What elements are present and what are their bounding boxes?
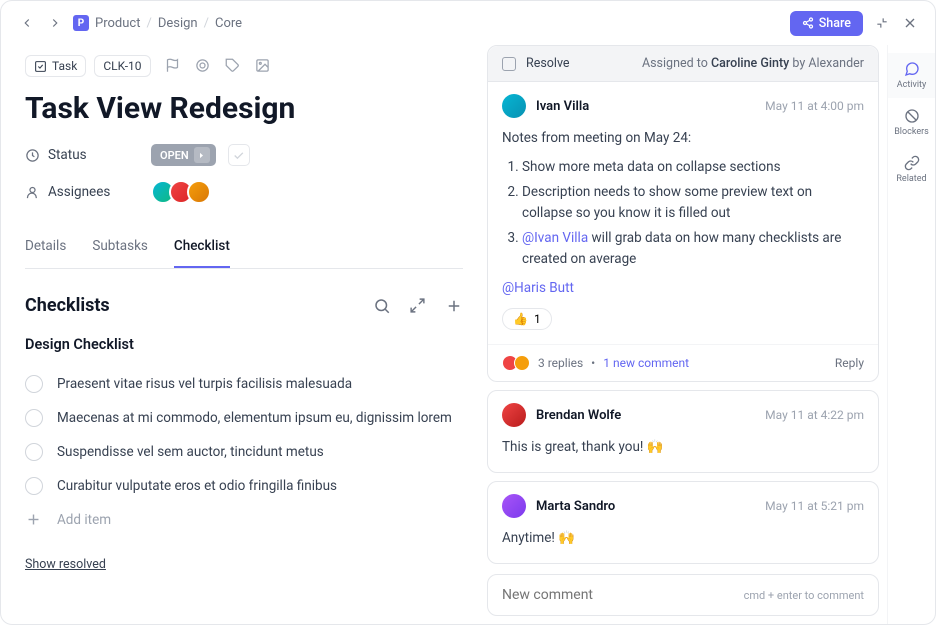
side-rail: Activity Blockers Related bbox=[887, 45, 935, 624]
comment-text: Anytime! 🙌 bbox=[502, 528, 864, 549]
task-detail-pane: Task CLK-10 Task View Redesign Status OP… bbox=[1, 45, 487, 624]
task-id-chip[interactable]: CLK-10 bbox=[94, 55, 150, 77]
comment-time: May 11 at 4:22 pm bbox=[765, 408, 864, 422]
block-icon bbox=[904, 108, 920, 124]
tab-details[interactable]: Details bbox=[25, 230, 66, 268]
mention[interactable]: @Ivan Villa bbox=[522, 230, 588, 246]
task-type-chip[interactable]: Task bbox=[25, 55, 86, 77]
rail-related[interactable]: Related bbox=[888, 147, 935, 192]
complete-checkbox[interactable] bbox=[228, 144, 250, 166]
comment-card: Brendan Wolfe May 11 at 4:22 pm This is … bbox=[487, 390, 879, 473]
reply-button[interactable]: Reply bbox=[835, 356, 864, 370]
checklist-item: Suspendisse vel sem auctor, tincidunt me… bbox=[25, 435, 463, 469]
minimize-icon[interactable] bbox=[873, 14, 891, 32]
checkbox-circle[interactable] bbox=[25, 477, 43, 495]
rail-blockers[interactable]: Blockers bbox=[888, 100, 935, 145]
checklist-item: Curabitur vulputate eros et odio fringil… bbox=[25, 469, 463, 503]
activity-pane: Resolve Assigned to Caroline Ginty by Al… bbox=[487, 45, 887, 624]
app-logo-icon: P bbox=[73, 15, 89, 31]
task-tabs: Details Subtasks Checklist bbox=[25, 230, 463, 269]
comment-time: May 11 at 5:21 pm bbox=[765, 499, 864, 513]
rail-activity[interactable]: Activity bbox=[888, 53, 935, 98]
expand-icon[interactable] bbox=[409, 297, 427, 315]
checklist-group-title: Design Checklist bbox=[25, 336, 463, 353]
breadcrumb-item[interactable]: Product bbox=[95, 16, 140, 31]
comment-text: Notes from meeting on May 24: Show more … bbox=[502, 128, 864, 298]
reply-avatars bbox=[502, 355, 530, 371]
checkbox-circle[interactable] bbox=[25, 409, 43, 427]
add-item-button[interactable]: Add item bbox=[25, 503, 463, 537]
image-icon[interactable] bbox=[255, 58, 271, 74]
status-badge[interactable]: OPEN bbox=[151, 144, 216, 166]
share-button[interactable]: Share bbox=[790, 11, 863, 36]
comment-card: Marta Sandro May 11 at 5:21 pm Anytime! … bbox=[487, 481, 879, 564]
nav-back-icon[interactable] bbox=[17, 13, 37, 33]
comment-time: May 11 at 4:00 pm bbox=[765, 99, 864, 113]
add-checklist-icon[interactable] bbox=[445, 297, 463, 315]
checkbox-circle[interactable] bbox=[25, 443, 43, 461]
avatar bbox=[502, 494, 526, 518]
resolve-label: Resolve bbox=[526, 56, 570, 71]
checkbox-circle[interactable] bbox=[25, 375, 43, 393]
topbar: P Product / Design / Core Share bbox=[1, 1, 935, 45]
resolve-checkbox[interactable] bbox=[502, 57, 516, 71]
target-icon[interactable] bbox=[195, 58, 211, 74]
flag-icon[interactable] bbox=[165, 58, 181, 74]
breadcrumb: P Product / Design / Core bbox=[73, 15, 242, 31]
close-icon[interactable] bbox=[901, 14, 919, 32]
search-icon[interactable] bbox=[373, 297, 391, 315]
link-icon bbox=[904, 155, 920, 171]
composer-hint: cmd + enter to comment bbox=[744, 589, 864, 602]
mention[interactable]: @Haris Butt bbox=[502, 280, 574, 296]
checklists-heading: Checklists bbox=[25, 295, 110, 316]
share-label: Share bbox=[819, 16, 851, 31]
comment-composer[interactable]: cmd + enter to comment bbox=[487, 574, 879, 616]
comment-author: Marta Sandro bbox=[536, 499, 615, 514]
tab-subtasks[interactable]: Subtasks bbox=[92, 230, 148, 268]
task-title: Task View Redesign bbox=[25, 91, 463, 126]
comment-author: Ivan Villa bbox=[536, 99, 589, 114]
checklist-item: Maecenas at mi commodo, elementum ipsum … bbox=[25, 401, 463, 435]
avatar bbox=[502, 94, 526, 118]
assignees-icon bbox=[25, 185, 40, 200]
tag-icon[interactable] bbox=[225, 58, 241, 74]
comment-input[interactable] bbox=[502, 587, 744, 603]
assignee-avatars[interactable] bbox=[151, 180, 211, 204]
plus-icon bbox=[25, 511, 43, 529]
avatar[interactable] bbox=[187, 180, 211, 204]
show-resolved-link[interactable]: Show resolved bbox=[25, 557, 106, 572]
comment-card: Resolve Assigned to Caroline Ginty by Al… bbox=[487, 45, 879, 382]
comment-text: This is great, thank you! 🙌 bbox=[502, 437, 864, 458]
avatar bbox=[502, 403, 526, 427]
nav-forward-icon[interactable] bbox=[45, 13, 65, 33]
tab-checklist[interactable]: Checklist bbox=[174, 230, 230, 268]
breadcrumb-item[interactable]: Design bbox=[158, 16, 198, 31]
status-label: Status bbox=[48, 147, 87, 163]
comment-author: Brendan Wolfe bbox=[536, 408, 621, 423]
chat-icon bbox=[904, 61, 920, 77]
status-next-icon[interactable] bbox=[194, 147, 210, 163]
reaction-button[interactable]: 👍1 bbox=[502, 308, 552, 330]
checklist-item: Praesent vitae risus vel turpis facilisi… bbox=[25, 367, 463, 401]
assigned-to-text: Assigned to Caroline Ginty by Alexander bbox=[642, 56, 864, 71]
replies-count[interactable]: 3 replies bbox=[538, 356, 583, 370]
status-icon bbox=[25, 148, 40, 163]
assignees-label: Assignees bbox=[48, 184, 110, 200]
resolve-bar: Resolve Assigned to Caroline Ginty by Al… bbox=[488, 46, 878, 82]
breadcrumb-item[interactable]: Core bbox=[215, 16, 242, 31]
new-comment-count[interactable]: 1 new comment bbox=[603, 356, 689, 370]
